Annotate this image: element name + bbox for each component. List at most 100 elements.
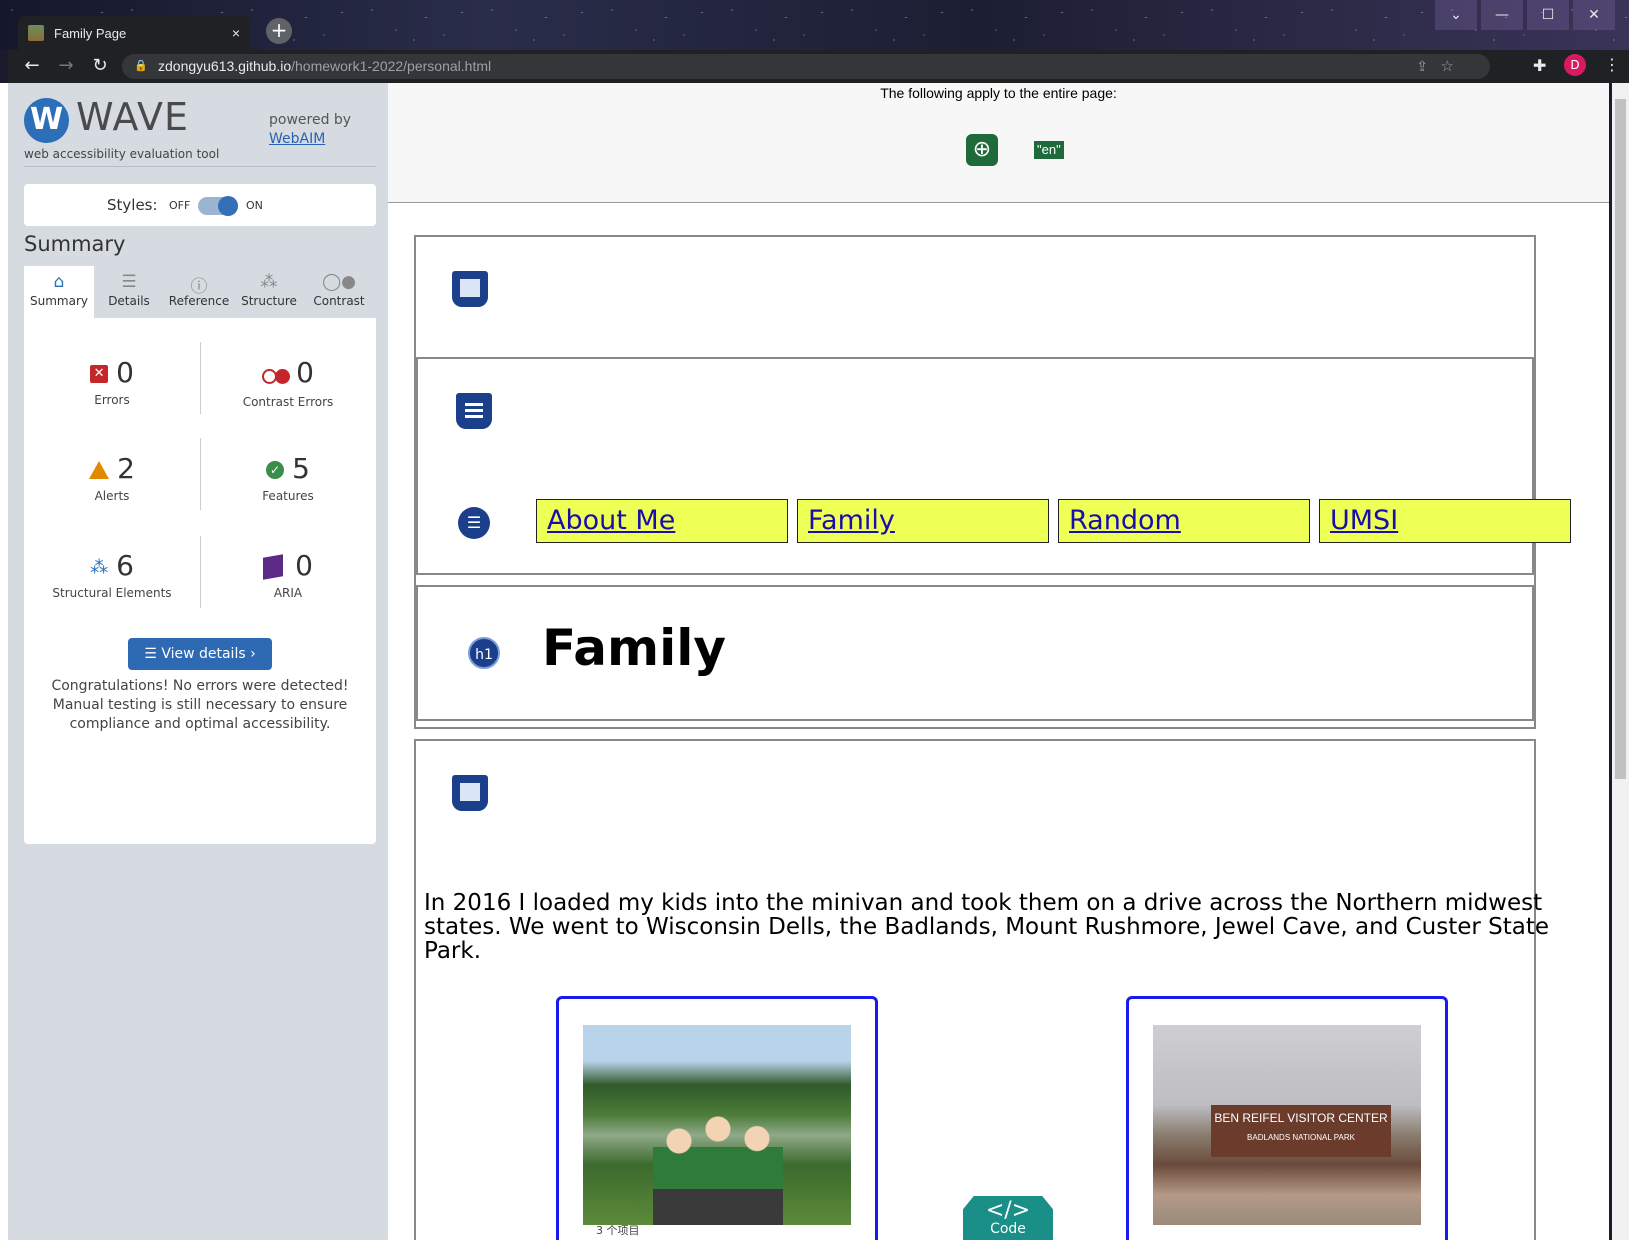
tab-contrast[interactable]: ◯● Contrast [304,266,374,318]
styles-label: Styles: [107,196,158,214]
nav-link-umsi[interactable]: UMSI [1319,499,1571,543]
wave-logo-icon: W [24,98,69,143]
h1-badge-icon[interactable]: h1 [468,637,500,669]
tab-reference[interactable]: ⓘ Reference [164,266,234,318]
language-badge[interactable]: "en" [1034,141,1064,159]
browser-menu-icon[interactable]: ⋮ [1604,55,1620,74]
stat-structural[interactable]: ⁂ 6 Structural Elements [24,529,200,627]
errors-count: 0 [116,356,134,389]
url-host: zdongyu613.github.io [158,58,292,74]
footer-fragment: 3 个项目 [596,1224,640,1237]
page-wide-info: The following apply to the entire page: … [388,83,1609,203]
structure-icon: ⁂ [260,272,278,292]
stat-errors[interactable]: ✕ 0 Errors [24,336,200,434]
structural-count: 6 [116,549,134,582]
styles-on-label: ON [246,199,263,212]
maximize-button[interactable]: ☐ [1527,0,1569,30]
features-count: 5 [292,452,310,485]
family-photo-badlands: BEN REIFEL VISITOR CENTER BADLANDS NATION… [1153,1025,1421,1225]
aria-label: ARIA [273,586,303,600]
tab-reference-label: Reference [168,294,230,308]
feature-check-icon: ✓ [266,461,285,479]
url-path: /homework1-2022/personal.html [291,58,492,74]
wave-logo-text: WAVE [76,95,190,139]
tab-details-label: Details [108,294,150,308]
reload-icon[interactable]: ↻ [88,55,112,77]
congratulations-message: Congratulations! No errors were detected… [51,678,349,732]
summary-panel: ✕ 0 Errors 0 Contrast Errors 2 Alerts ✓ 5 … [24,318,376,844]
browser-tab[interactable]: Family Page × [18,16,250,50]
tab-title: Family Page [54,25,127,41]
bookmark-star-icon[interactable]: ☆ [1441,54,1454,79]
aria-icon [263,554,284,580]
extensions-puzzle-icon[interactable]: ✚ [1533,56,1546,75]
underlying-page-edge [0,83,8,1240]
tab-contrast-label: Contrast [313,294,365,308]
tab-search-icon[interactable]: ⌄ [1435,0,1477,30]
vertical-scrollbar[interactable] [1612,83,1629,1240]
powered-by-label: powered by [269,112,352,128]
aria-count: 0 [295,549,313,582]
contrast-errors-label: Contrast Errors [242,394,334,409]
scrollbar-thumb[interactable] [1615,99,1626,779]
tab-structure[interactable]: ⁂ Structure [234,266,304,318]
favicon-icon [28,25,44,41]
tab-summary[interactable]: ⌂ Summary [24,266,94,318]
list-icon: ☰ [121,272,137,292]
globe-language-icon[interactable]: ⊕ [966,134,998,166]
back-icon[interactable]: ← [20,55,44,77]
code-button-label: Code [990,1221,1026,1237]
toggle-knob [218,196,238,216]
url-bar[interactable]: 🔒 zdongyu613.github.io/homework1-2022/pe… [122,54,1490,79]
lock-icon[interactable]: 🔒 [134,54,148,79]
sign-text: BEN REIFEL VISITOR CENTER [1214,1111,1388,1125]
profile-avatar[interactable]: D [1564,54,1586,76]
webaim-link[interactable]: WebAIM [269,131,325,147]
stat-aria[interactable]: 0 ARIA [200,529,376,627]
photo-figure-1 [556,996,878,1240]
forward-icon[interactable]: → [54,55,78,77]
browser-titlebar: Family Page × + ⌄ — ☐ ✕ [0,0,1629,50]
heading-region: h1 Family [416,585,1534,721]
sign-subtext: BADLANDS NATIONAL PARK [1247,1133,1355,1142]
view-details-button[interactable]: ☰ View details › [128,638,272,670]
nav-links: About Me Family Random UMSI [536,499,1571,543]
page-heading: Family [542,619,726,677]
visitor-center-sign: BEN REIFEL VISITOR CENTER BADLANDS NATION… [1211,1105,1391,1157]
family-photo-lake [583,1025,851,1225]
list-icon: ☰ [144,646,162,662]
code-icon: </> [985,1198,1031,1223]
error-icon: ✕ [90,365,109,383]
home-icon: ⌂ [53,272,65,292]
contrast-icon: ◯● [322,272,356,292]
nav-link-family[interactable]: Family [797,499,1049,543]
info-icon: ⓘ [190,277,208,297]
features-label: Features [262,489,314,503]
navigation-icon[interactable] [456,393,492,429]
main-region-icon[interactable] [452,775,488,811]
styles-off-label: OFF [169,199,191,212]
stat-alerts[interactable]: 2 Alerts [24,432,200,530]
header-region-icon[interactable] [452,271,488,307]
close-window-button[interactable]: ✕ [1573,0,1615,30]
errors-label: Errors [94,393,130,407]
tab-structure-label: Structure [241,294,297,308]
unordered-list-icon[interactable]: ☰ [458,507,490,539]
nav-link-random[interactable]: Random [1058,499,1310,543]
code-button[interactable]: </> Code [963,1196,1053,1240]
tab-details[interactable]: ☰ Details [94,266,164,318]
nav-link-about-me[interactable]: About Me [536,499,788,543]
contrast-error-icon [262,358,291,391]
stat-features[interactable]: ✓ 5 Features [200,432,376,530]
close-tab-icon[interactable]: × [232,25,240,41]
share-icon[interactable]: ⇪ [1416,54,1428,79]
page-content: The following apply to the entire page: … [388,83,1609,1240]
applies-text: The following apply to the entire page: [880,85,1117,101]
stat-contrast-errors[interactable]: 0 Contrast Errors [200,336,376,434]
minimize-button[interactable]: — [1481,0,1523,30]
styles-toggle[interactable] [198,196,238,216]
wave-tabs: ⌂ Summary ☰ Details ⓘ Reference ⁂ Struct… [24,266,376,318]
alerts-count: 2 [117,452,135,485]
new-tab-button[interactable]: + [266,18,292,44]
wave-subtitle: web accessibility evaluation tool [24,147,220,161]
